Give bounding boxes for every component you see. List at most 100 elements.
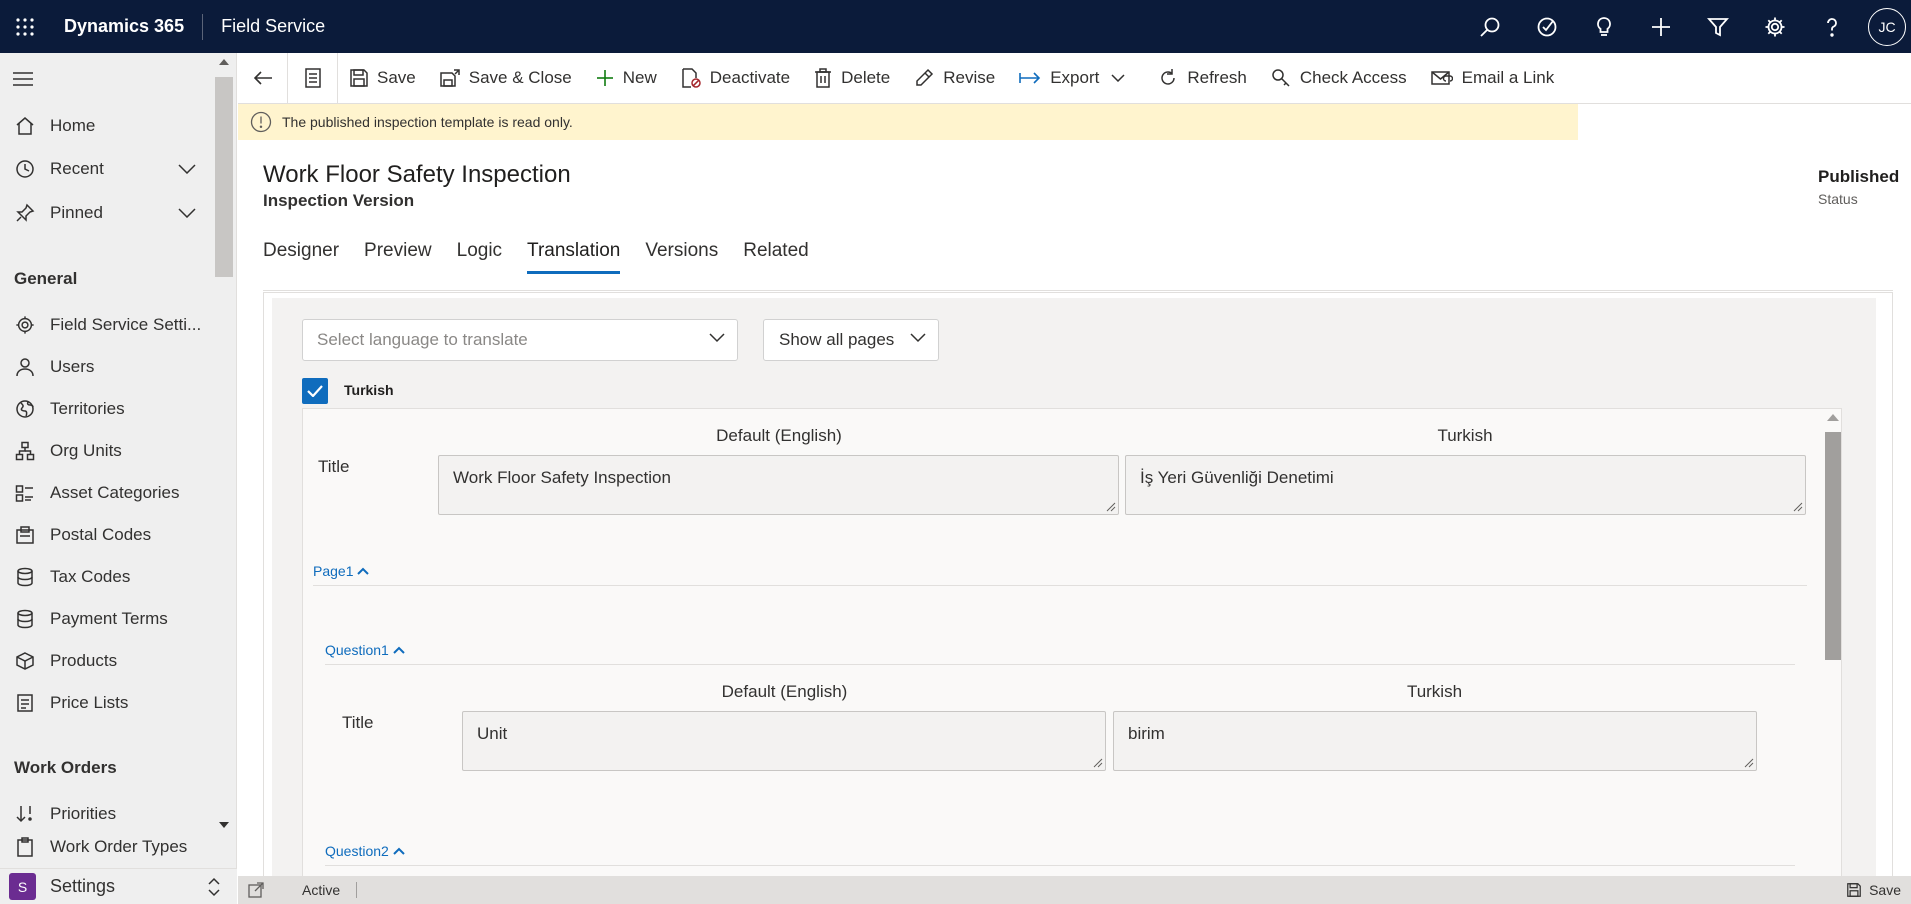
- sidebar-item-price-lists[interactable]: Price Lists: [0, 684, 210, 722]
- key-search-icon: [1272, 69, 1290, 87]
- topbar-actions: JC: [1461, 0, 1911, 53]
- area-switcher[interactable]: S Settings: [0, 868, 237, 904]
- tab-translation[interactable]: Translation: [527, 240, 621, 274]
- sidebar-item-asset-categories[interactable]: Asset Categories: [0, 474, 210, 512]
- document-icon: [13, 693, 37, 713]
- language-checkbox[interactable]: [302, 378, 328, 404]
- sidebar-item-tax-codes[interactable]: Tax Codes: [0, 558, 210, 596]
- sidebar-item-territories[interactable]: Territories: [0, 390, 210, 428]
- area-name[interactable]: Field Service: [221, 16, 325, 37]
- resize-grip-icon[interactable]: [1793, 502, 1803, 512]
- delete-button[interactable]: Delete: [802, 53, 902, 104]
- question1-default-field[interactable]: Unit: [462, 711, 1106, 771]
- database-icon: [13, 567, 37, 587]
- form-selector-button[interactable]: [288, 52, 338, 104]
- target-column-header: Turkish: [1437, 426, 1493, 445]
- chevron-down-icon[interactable]: [178, 208, 196, 218]
- statusbar-save-button[interactable]: Save: [1847, 882, 1901, 898]
- chevron-down-icon[interactable]: [178, 164, 196, 174]
- tab-designer[interactable]: Designer: [263, 240, 339, 274]
- search-icon[interactable]: [1461, 0, 1518, 53]
- plus-icon: [596, 70, 613, 86]
- sidebar-scroll-thumb[interactable]: [215, 77, 233, 277]
- save-button[interactable]: Save: [338, 53, 428, 104]
- resize-grip-icon[interactable]: [1106, 502, 1116, 512]
- page1-divider: [313, 585, 1807, 586]
- top-bar: Dynamics 365 Field Service JC: [0, 0, 1911, 53]
- sidebar-item-postal-codes[interactable]: Postal Codes: [0, 516, 210, 554]
- chevron-updown-icon[interactable]: [207, 877, 221, 897]
- lightbulb-icon[interactable]: [1575, 0, 1632, 53]
- info-warning-icon: [250, 111, 272, 133]
- pencil-icon: [916, 68, 934, 86]
- scroll-up-icon[interactable]: [1827, 414, 1839, 421]
- refresh-button[interactable]: Refresh: [1146, 53, 1259, 104]
- title-label: Title: [318, 457, 350, 476]
- question1-label: Question1: [325, 642, 389, 658]
- user-avatar[interactable]: JC: [1868, 7, 1906, 46]
- form-tabs: Designer Preview Logic Translation Versi…: [263, 240, 834, 274]
- plus-icon[interactable]: [1632, 0, 1689, 53]
- language-select[interactable]: Select language to translate: [302, 319, 738, 361]
- database-icon: [13, 609, 37, 629]
- sidebar-item-label: Org Units: [50, 441, 122, 460]
- sidebar-item-pinned[interactable]: Pinned: [0, 194, 210, 232]
- tab-related[interactable]: Related: [743, 240, 809, 274]
- question1-translation-field[interactable]: birim: [1113, 711, 1757, 771]
- scroll-down-icon[interactable]: [219, 822, 229, 828]
- gear-icon[interactable]: [1746, 0, 1803, 53]
- question1-divider: [325, 664, 1795, 665]
- help-icon[interactable]: [1803, 0, 1860, 53]
- app-launcher-icon[interactable]: [0, 0, 50, 53]
- sidebar-item-work-order-types[interactable]: Work Order Types: [0, 836, 210, 858]
- translation-scroll-thumb[interactable]: [1825, 432, 1841, 660]
- refresh-label: Refresh: [1187, 68, 1247, 87]
- sidebar-item-payment-terms[interactable]: Payment Terms: [0, 600, 210, 638]
- sidebar-item-label: Postal Codes: [50, 525, 152, 544]
- question1-default-value: Unit: [477, 724, 508, 743]
- pages-filter-select[interactable]: Show all pages: [763, 319, 939, 361]
- sitemap-sidebar: Home Recent Pinned General Field Service…: [0, 53, 237, 904]
- sidebar-item-field-service-settings[interactable]: Field Service Setti...: [0, 306, 210, 344]
- template-title-default-value: Work Floor Safety Inspection: [453, 468, 671, 487]
- revise-button[interactable]: Revise: [902, 53, 1007, 104]
- hamburger-icon[interactable]: [12, 71, 34, 87]
- status-value: Published: [1818, 167, 1900, 186]
- deactivate-button[interactable]: Deactivate: [669, 53, 802, 104]
- chevron-down-icon[interactable]: [1111, 74, 1125, 82]
- save-close-button[interactable]: Save & Close: [428, 53, 584, 104]
- sidebar-item-users[interactable]: Users: [0, 348, 210, 386]
- tab-preview[interactable]: Preview: [364, 240, 432, 274]
- app-name[interactable]: Dynamics 365: [64, 16, 184, 37]
- template-title-translation-value: İş Yeri Güvenliği Denetimi: [1140, 468, 1334, 487]
- template-title-default-field[interactable]: Work Floor Safety Inspection: [438, 455, 1119, 515]
- sidebar-item-products[interactable]: Products: [0, 642, 210, 680]
- scroll-up-icon[interactable]: [219, 59, 229, 65]
- open-in-window-icon[interactable]: [248, 882, 264, 898]
- sidebar-item-home[interactable]: Home: [0, 107, 210, 145]
- save-close-icon: [440, 69, 460, 87]
- new-button[interactable]: New: [584, 53, 669, 104]
- save-label: Save: [377, 68, 416, 87]
- sidebar-item-org-units[interactable]: Org Units: [0, 432, 210, 470]
- tab-logic[interactable]: Logic: [457, 240, 502, 274]
- page1-section-toggle[interactable]: Page1: [313, 563, 370, 579]
- tab-versions[interactable]: Versions: [645, 240, 718, 274]
- template-title-translation-field[interactable]: İş Yeri Güvenliği Denetimi: [1125, 455, 1806, 515]
- question1-section-toggle[interactable]: Question1: [325, 642, 405, 658]
- checkmark-icon: [307, 385, 323, 397]
- task-check-icon[interactable]: [1518, 0, 1575, 53]
- arrow-left-icon: [253, 71, 272, 85]
- sidebar-item-recent[interactable]: Recent: [0, 150, 210, 188]
- translation-scrollbar[interactable]: [1823, 410, 1843, 904]
- back-button[interactable]: [238, 52, 288, 104]
- sidebar-scrollbar[interactable]: [213, 53, 235, 828]
- resize-grip-icon[interactable]: [1744, 758, 1754, 768]
- question2-section-toggle[interactable]: Question2: [325, 843, 405, 859]
- sidebar-item-priorities[interactable]: Priorities: [0, 795, 210, 833]
- export-button[interactable]: Export: [1007, 53, 1146, 104]
- check-access-button[interactable]: Check Access: [1259, 53, 1419, 104]
- email-link-button[interactable]: Email a Link: [1419, 53, 1567, 104]
- resize-grip-icon[interactable]: [1093, 758, 1103, 768]
- filter-icon[interactable]: [1689, 0, 1746, 53]
